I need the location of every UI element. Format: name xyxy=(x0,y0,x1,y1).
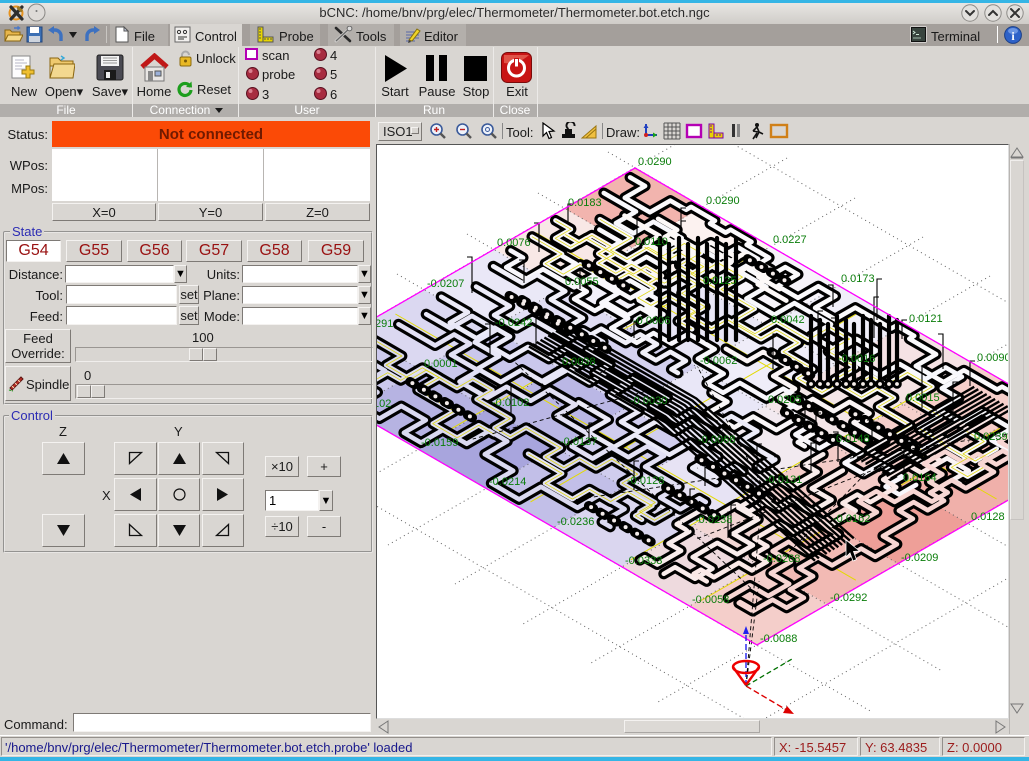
svg-text:-0.0242: -0.0242 xyxy=(495,317,532,329)
svg-text:-0.0159: -0.0159 xyxy=(421,437,458,449)
svg-text:-0.0268: -0.0268 xyxy=(763,553,800,565)
svg-text:-0.0058: -0.0058 xyxy=(692,594,729,606)
svg-text:0.0121: 0.0121 xyxy=(909,313,943,325)
svg-text:-0.0207: -0.0207 xyxy=(427,278,464,290)
svg-text:0.0076: 0.0076 xyxy=(497,237,531,249)
svg-text:0.0042: 0.0042 xyxy=(771,314,805,326)
svg-text:0.0290: 0.0290 xyxy=(638,156,672,168)
svg-text:-0.0292: -0.0292 xyxy=(830,592,867,604)
svg-text:-0.0137: -0.0137 xyxy=(560,436,597,448)
svg-text:0.0183: 0.0183 xyxy=(568,197,602,209)
svg-text:0.0038: 0.0038 xyxy=(562,356,596,368)
svg-text:-0.0214: -0.0214 xyxy=(489,476,526,488)
svg-text:0.0239: 0.0239 xyxy=(974,431,1008,443)
svg-text:-0.0236: -0.0236 xyxy=(557,516,594,528)
svg-text:-0.0238: -0.0238 xyxy=(695,514,732,526)
svg-text:-0.0209: -0.0209 xyxy=(901,552,938,564)
svg-text:-0.0016: -0.0016 xyxy=(838,353,875,365)
svg-text:-0.0068: -0.0068 xyxy=(698,434,735,446)
svg-text:0.0055: 0.0055 xyxy=(565,276,599,288)
svg-text:-0.0131: -0.0131 xyxy=(765,474,802,486)
svg-text:-0.0291: -0.0291 xyxy=(377,318,393,330)
svg-text:0.0173: 0.0173 xyxy=(841,273,875,285)
svg-text:0.0164: 0.0164 xyxy=(903,472,937,484)
svg-text:-0.0088: -0.0088 xyxy=(760,633,797,645)
svg-text:0.0205: 0.0205 xyxy=(768,394,802,406)
svg-text:0.0148: 0.0148 xyxy=(836,433,870,445)
svg-text:-0.0162: -0.0162 xyxy=(833,513,870,525)
svg-text:0.0015: 0.0015 xyxy=(906,392,940,404)
svg-text:-0.0102: -0.0102 xyxy=(377,398,391,410)
svg-text:-0.0062: -0.0062 xyxy=(700,355,737,367)
svg-text:-0.0128: -0.0128 xyxy=(627,475,664,487)
svg-text:-0.0333: -0.0333 xyxy=(625,555,662,567)
svg-text:0.0125: 0.0125 xyxy=(703,275,737,287)
svg-text:-0.0102: -0.0102 xyxy=(492,397,529,409)
svg-text:0.0090: 0.0090 xyxy=(977,352,1008,364)
svg-text:0.0128: 0.0128 xyxy=(971,511,1005,523)
svg-text:-0.0030: -0.0030 xyxy=(630,395,667,407)
svg-text:-0.0006: -0.0006 xyxy=(633,315,670,327)
svg-text:0.0290: 0.0290 xyxy=(706,195,740,207)
svg-text:0.0001: 0.0001 xyxy=(424,358,458,370)
svg-text:0.0227: 0.0227 xyxy=(773,234,807,246)
svg-text:0.0110: 0.0110 xyxy=(635,236,668,248)
